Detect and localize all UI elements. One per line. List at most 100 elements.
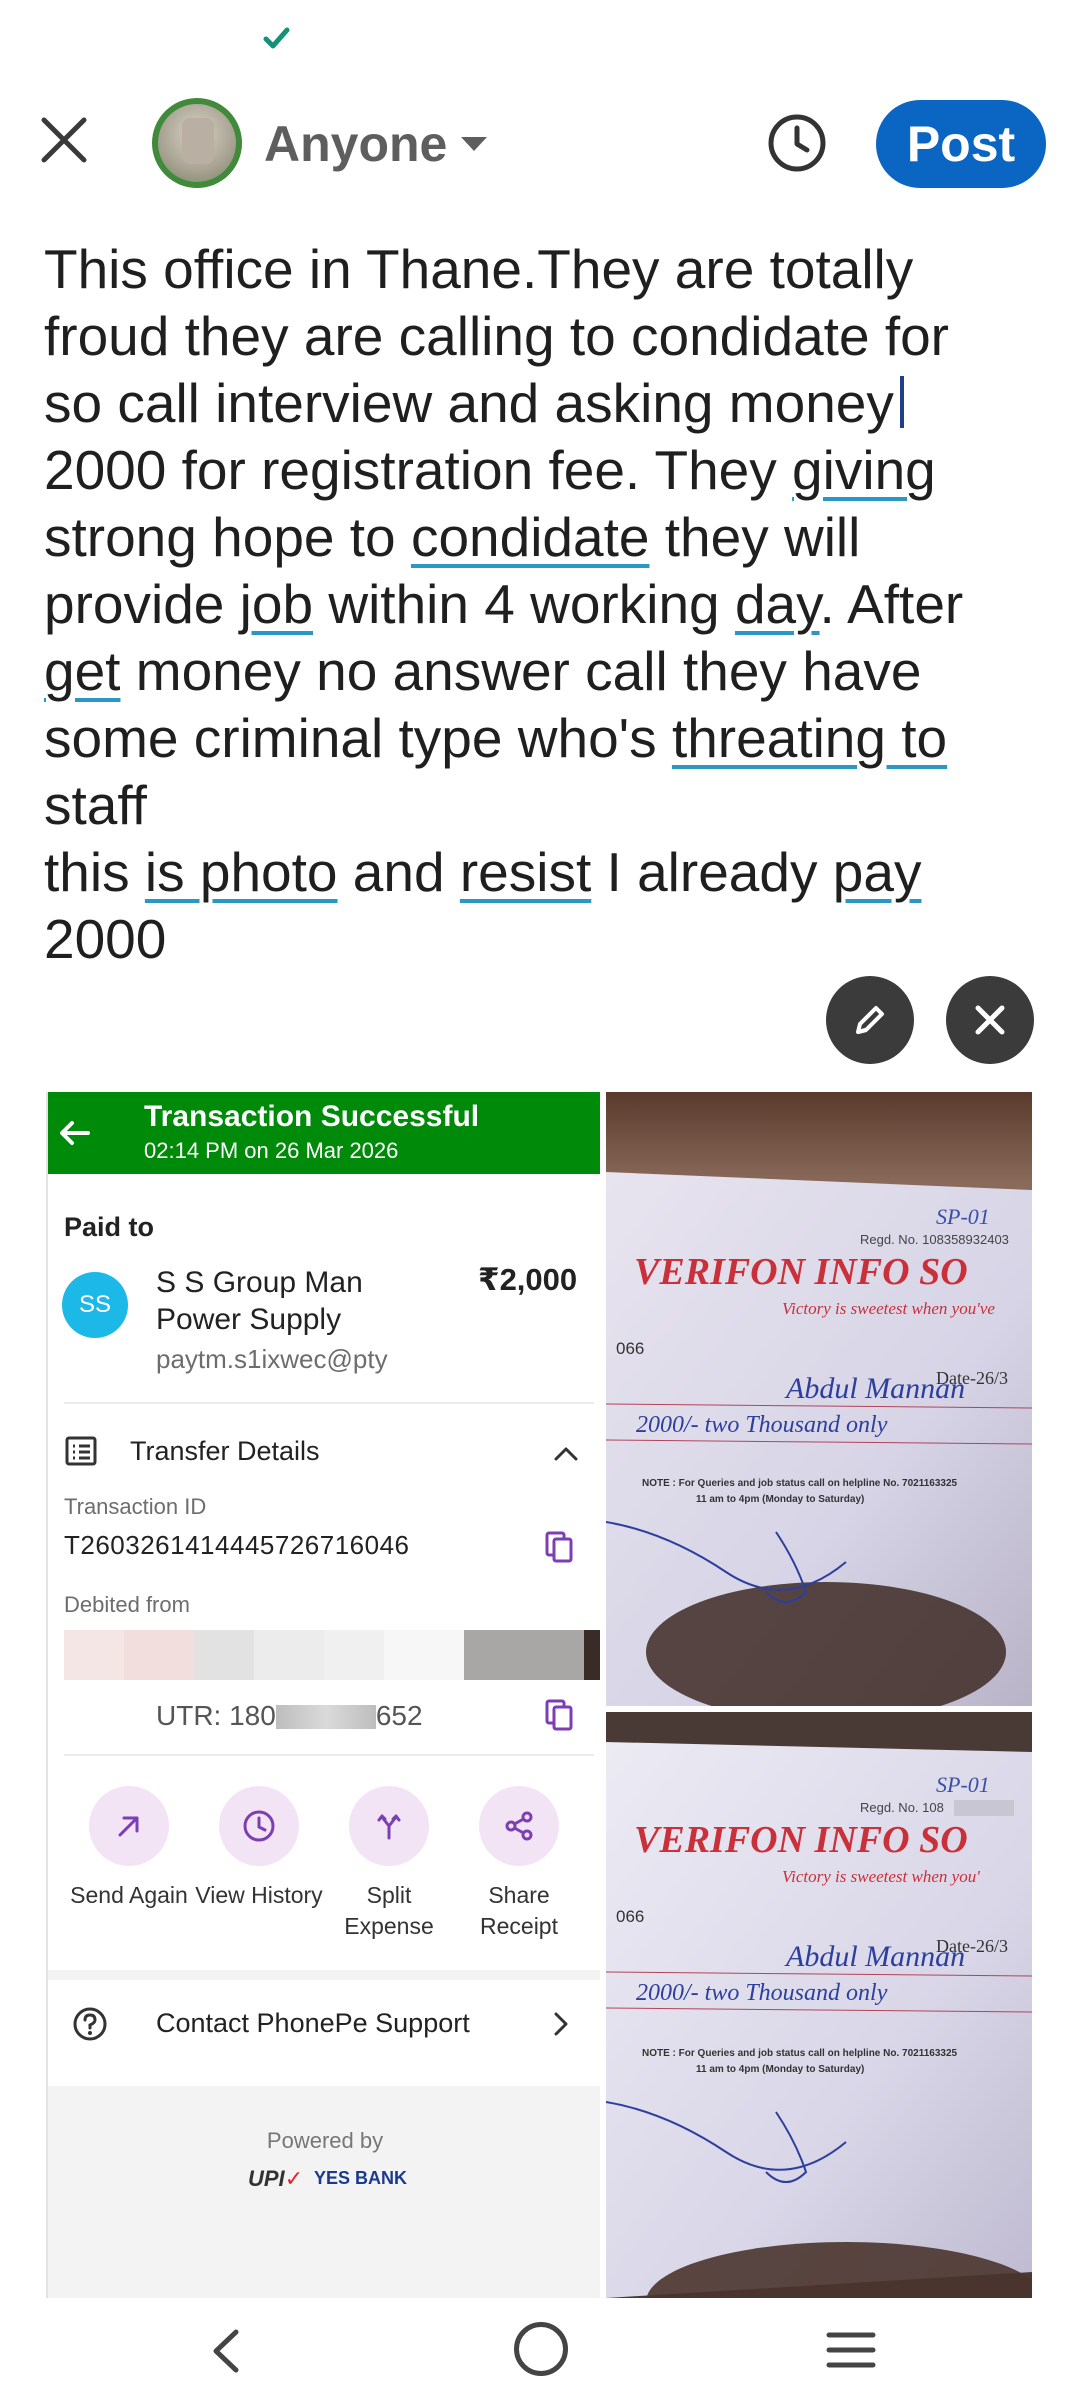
photo-amount: 2000/- two Thousand only [636,1412,888,1438]
photo-name: Abdul Mannan [784,1940,965,1973]
view-history-action: View History [194,1786,324,1942]
chevron-up-icon [554,1447,578,1461]
redacted-account [64,1630,600,1680]
photo-amount: 2000/- two Thousand only [636,1980,888,2006]
divider [64,1754,594,1756]
payment-receipt-image: Transaction Successful 02:14 PM on 26 Ma… [46,1092,600,2298]
send-again-action: Send Again [64,1786,194,1942]
action-label: View History [195,1882,323,1908]
spellcheck-word[interactable]: job [240,573,313,635]
transaction-id-label: Transaction ID [64,1494,207,1519]
receipt-photo: SP-01 Regd. No. 108358932403 VERIFON INF… [606,1092,1032,1706]
utr-redaction [275,1705,376,1729]
photo-regd: Regd. No. 108358932403 [860,1232,1009,1247]
payee-name: S S Group Man Power Supply [156,1266,363,1336]
copy-icon [545,1699,573,1731]
post-line: provide job within 4 working day. After [44,573,964,635]
post-line: froud they are calling to condidate for [44,305,950,367]
post-line: some criminal type who's threating to [44,707,948,769]
back-icon[interactable] [206,2328,246,2374]
clock-icon [243,1810,275,1842]
pencil-icon [856,1006,884,1034]
post-line: so call interview and asking money [44,372,894,434]
post-line-with-cursor: so call interview and asking money [44,370,1044,437]
action-label: Split Expense [344,1882,434,1939]
edit-media-button[interactable] [826,976,914,1064]
avatar[interactable] [152,98,242,188]
photo-tagline: Victory is sweetest when you've [782,1299,995,1318]
post-line: This office in Thane.They are totally [44,238,914,300]
spellcheck-word[interactable]: get [44,640,120,702]
powered-by-label: Powered by [266,2128,384,2153]
spellcheck-word[interactable]: resist [460,841,591,903]
text-cursor [899,376,904,428]
spellcheck-word[interactable]: pay [833,841,922,903]
spellcheck-word[interactable]: giving [792,439,936,501]
split-icon [377,1814,401,1840]
spellcheck-word[interactable]: threating to [672,707,947,769]
home-icon[interactable] [514,2322,568,2376]
receipt-actions: Send Again View History Split Expense Sh… [48,1786,600,1942]
transfer-details-label: Transfer Details [130,1436,320,1466]
spellcheck-word[interactable]: condidate [411,506,650,568]
spellcheck-word[interactable]: is photo [145,841,338,903]
check-icon [263,27,290,49]
back-arrow-icon [60,1121,90,1145]
chevron-right-icon [554,2012,568,2036]
split-expense-action: Split Expense [324,1786,454,1942]
photo-serial: 066 [616,1339,644,1358]
utr-suffix: 652 [375,1700,423,1731]
post-line: get money no answer call they have [44,640,922,702]
post-line: strong hope to condidate they will [44,506,861,568]
photo-name: Abdul Mannan [784,1372,965,1405]
photo-hours: 11 am to 4pm (Monday to Saturday) [696,1494,864,1505]
divider [64,1402,594,1404]
audience-label: Anyone [264,116,448,172]
post-text-editor[interactable]: This office in Thane.They are totally fr… [44,236,1044,973]
photo-company: VERIFON INFO SO [634,1251,968,1293]
photo-code: SP-01 [936,1204,990,1229]
paid-to-label: Paid to [64,1212,155,1242]
remove-media-button[interactable] [946,976,1034,1064]
close-icon[interactable] [38,114,90,166]
receipt-header: Transaction Successful 02:14 PM on 26 Ma… [48,1092,600,1174]
contact-support-row: Contact PhonePe Support [48,1974,600,2074]
post-line: 2000 for registration fee. They giving [44,439,936,501]
photo-regd: Regd. No. 108 [860,1800,944,1815]
utr-prefix: UTR: 180 [156,1700,276,1731]
contact-support-label: Contact PhonePe Support [156,2008,470,2038]
chevron-down-icon [461,137,488,151]
spellcheck-word[interactable]: day [735,573,820,635]
post-line: 2000 [44,908,167,970]
list-icon [65,1436,97,1466]
utr-number: UTR: 180 652 [156,1700,423,1732]
photo-code: SP-01 [936,1772,990,1797]
receipt-footer: Powered by UPI✓ YES BANK [48,2086,600,2298]
receipt-title: Transaction Successful [144,1100,480,1133]
receipt-photo: SP-01 Regd. No. 108 VERIFON INFO SO Vict… [606,1712,1032,2298]
payment-amount: ₹2,000 [478,1262,578,1297]
menu-icon[interactable] [826,2330,876,2370]
share-icon [505,1811,533,1841]
payee-vpa: paytm.s1ixwec@pty [156,1344,388,1374]
post-line: staff [44,774,147,836]
photo-note: NOTE : For Queries and job status call o… [642,1478,958,1489]
audience-selector[interactable]: Anyone [264,112,488,176]
bank-logo: YES BANK [314,2168,408,2188]
photo-tagline: Victory is sweetest when you' [782,1867,980,1886]
debited-from-label: Debited from [64,1592,190,1617]
arrow-up-right-icon [118,1816,139,1837]
share-receipt-action: Share Receipt [454,1786,584,1942]
transaction-id: T2603261414445726716046 [64,1530,410,1560]
post-button[interactable]: Post [876,100,1046,188]
help-icon [73,2007,107,2041]
action-label: Share Receipt [480,1882,558,1939]
post-line: this is photo and resist I already pay [44,841,922,903]
photo-hours: 11 am to 4pm (Monday to Saturday) [696,2064,864,2075]
receipt-time: 02:14 PM on 26 Mar 2026 [144,1138,399,1163]
upi-logo: UPI✓ [248,2166,304,2191]
clock-icon[interactable] [766,112,828,174]
close-icon [975,1005,1005,1035]
copy-icon [545,1531,573,1563]
photo-serial: 066 [616,1907,644,1926]
